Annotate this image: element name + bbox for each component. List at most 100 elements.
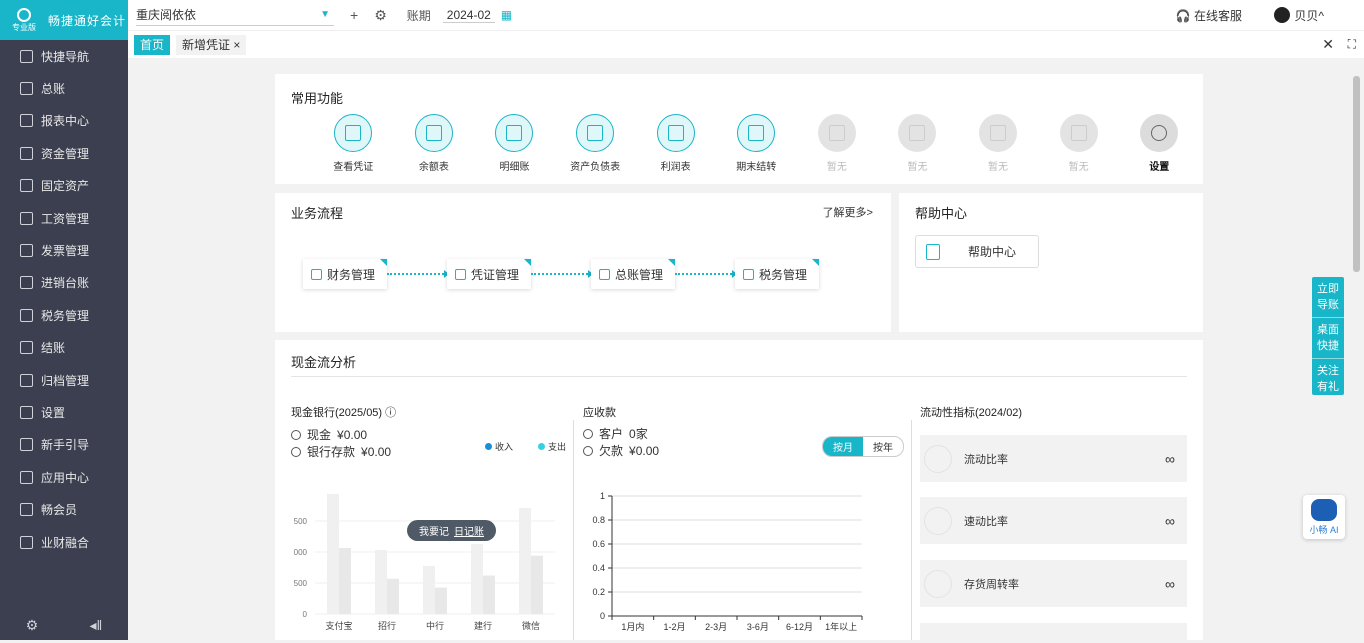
function-icon [979, 114, 1018, 152]
bar-placeholder [519, 508, 531, 614]
sidebar-item[interactable]: 总账 [0, 72, 128, 104]
archive-icon [20, 373, 33, 387]
y-tick-label: 0.2 [592, 587, 605, 597]
bar-placeholder [483, 575, 495, 614]
flow-step[interactable]: 税务管理 [735, 259, 819, 289]
flow-steps: 财务管理 凭证管理 总账管理 税务管理 [303, 259, 819, 289]
learn-more-link[interactable]: 了解更多> [823, 204, 873, 220]
tab-home[interactable]: 首页 [134, 34, 171, 55]
function-grid: 查看凭证 余额表 明细账 资产负债表 利润表 期末结转 暂无 暂无 暂无 暂无 设置 [275, 114, 1203, 173]
journal-link[interactable]: 日记账 [454, 523, 484, 538]
metric-value: ∞ [1165, 450, 1175, 467]
close-icon[interactable]: ✕ [1322, 36, 1334, 53]
function-item[interactable]: 利润表 [635, 114, 716, 173]
collapse-sidebar-icon[interactable]: ◂‖ [90, 617, 103, 634]
bank-icon [291, 446, 301, 457]
function-item[interactable]: 设置 [1119, 114, 1200, 173]
flow-step[interactable]: 财务管理 [303, 259, 387, 289]
sidebar-item[interactable]: 设置 [0, 396, 128, 428]
company-select[interactable]: 重庆阅依依 ▼ [136, 4, 334, 26]
legend-income: 收入 [485, 440, 513, 453]
journal-badge[interactable]: 我要记 日记账 [407, 520, 496, 541]
sidebar-item[interactable]: 结账 [0, 332, 128, 364]
sidebar-item[interactable]: 发票管理 [0, 234, 128, 266]
online-service-link[interactable]: 🎧 在线客服 [1176, 7, 1242, 24]
y-tick-label: 500 [294, 517, 308, 526]
period-value[interactable]: 2024-02 [442, 8, 495, 23]
sidebar-item-label: 进销台账 [41, 276, 90, 291]
sidebar-item-label: 税务管理 [41, 308, 90, 323]
flow-step[interactable]: 总账管理 [591, 259, 675, 289]
sidebar-item[interactable]: 资金管理 [0, 137, 128, 169]
sidebar-item[interactable]: 报表中心 [0, 105, 128, 137]
desktop-shortcut-button[interactable]: 桌面快捷 [1312, 318, 1344, 359]
settings-gear-icon[interactable]: ⚙ [26, 617, 39, 634]
x-tick-label: 微信 [522, 620, 540, 631]
integration-icon [20, 535, 33, 549]
help-question-icon[interactable]: ⓘ [385, 407, 396, 419]
toggle-month[interactable]: 按月 [823, 437, 863, 456]
function-item: 暂无 [797, 114, 878, 173]
box-icon [924, 569, 952, 598]
y-tick-label: 0.4 [592, 563, 605, 573]
company-name: 重庆阅依依 [136, 8, 197, 22]
follow-gift-button[interactable]: 关注有礼 [1312, 359, 1344, 399]
sidebar-item-label: 归档管理 [41, 373, 90, 388]
gear-icon[interactable]: ⚙ [374, 7, 387, 24]
user-menu[interactable]: 贝贝^ [1274, 7, 1324, 24]
sidebar-item[interactable]: 工资管理 [0, 202, 128, 234]
sidebar-item[interactable]: 归档管理 [0, 364, 128, 396]
metric-value: ∞ [1165, 575, 1175, 592]
x-tick-label: 6-12月 [786, 622, 813, 632]
function-label: 暂无 [907, 162, 928, 173]
sidebar-item-label: 报表中心 [41, 114, 90, 129]
function-icon [898, 114, 937, 152]
sidebar-item[interactable]: 固定资产 [0, 170, 128, 202]
calendar-icon[interactable]: ▦ [501, 8, 512, 22]
flow-step[interactable]: 凭证管理 [447, 259, 531, 289]
sidebar-item-label: 业财融合 [41, 535, 90, 550]
function-item[interactable]: 期末结转 [716, 114, 797, 173]
cash-label: 现金 [307, 428, 332, 442]
function-label: 暂无 [988, 162, 1009, 173]
scrollbar[interactable] [1352, 62, 1360, 640]
function-item[interactable]: 明细账 [474, 114, 555, 173]
function-label: 资产负债表 [570, 162, 621, 173]
x-tick-label: 1月内 [621, 621, 644, 632]
function-item[interactable]: 余额表 [394, 114, 475, 173]
help-center-button[interactable]: 帮助中心 [915, 235, 1039, 268]
document-icon [926, 243, 940, 260]
sidebar-item[interactable]: 新手引导 [0, 429, 128, 461]
app-name: 畅捷通好会计 [48, 13, 127, 28]
scrollbar-thumb[interactable] [1353, 76, 1360, 272]
period-toggle: 按月 按年 [822, 436, 904, 457]
sidebar-item[interactable]: 税务管理 [0, 299, 128, 331]
ai-assistant[interactable]: 小畅 AI [1303, 495, 1345, 539]
tab-bar: 首页 新增凭证 × ✕ ⛶ [128, 30, 1364, 58]
tab-new-voucher[interactable]: 新增凭证 × [176, 34, 247, 55]
sidebar-item[interactable]: 应用中心 [0, 461, 128, 493]
sidebar-item[interactable]: 快捷导航 [0, 40, 128, 72]
function-icon [334, 114, 373, 152]
sidebar-item[interactable]: 畅会员 [0, 493, 128, 525]
sidebar-item[interactable]: 业财融合 [0, 526, 128, 558]
flow-step-label: 总账管理 [615, 267, 664, 282]
toggle-year[interactable]: 按年 [863, 437, 903, 456]
function-item[interactable]: 查看凭证 [313, 114, 394, 173]
metric-quick-ratio: 速动比率 ∞ [920, 497, 1187, 544]
app-logo[interactable]: 专业版 畅捷通好会计 [0, 0, 128, 40]
import-account-button[interactable]: 立即导账 [1312, 277, 1344, 318]
debt-row: 欠款 ¥0.00 [583, 442, 659, 459]
receivable-title: 应收款 [583, 407, 616, 419]
customers-row: 客户 0家 [583, 425, 648, 442]
bar-placeholder [435, 587, 447, 614]
sidebar-item[interactable]: 进销台账 [0, 267, 128, 299]
fullscreen-icon[interactable]: ⛶ [1348, 37, 1356, 52]
function-item[interactable]: 资产负债表 [555, 114, 636, 173]
cash-icon [291, 429, 301, 440]
add-icon[interactable]: + [350, 7, 358, 23]
logo-mark: 专业版 [8, 7, 40, 33]
function-icon [414, 114, 453, 152]
function-icon [1059, 114, 1098, 152]
ledger-icon [20, 82, 33, 96]
